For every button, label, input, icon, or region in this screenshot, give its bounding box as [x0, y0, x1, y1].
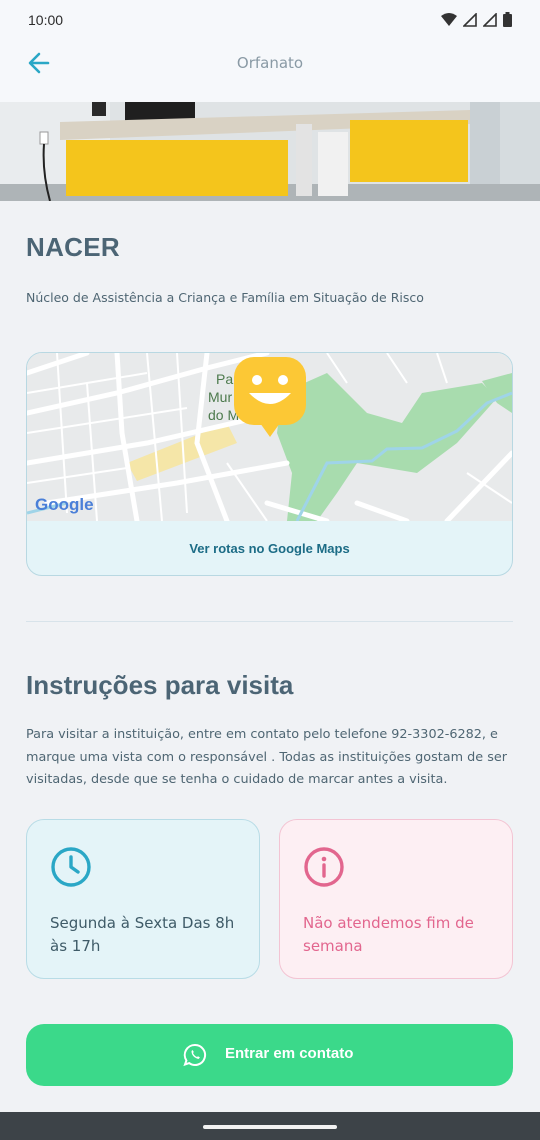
whatsapp-icon [183, 1043, 207, 1067]
contact-button-label: Entrar em contato [225, 1045, 354, 1062]
institution-photo [0, 102, 540, 201]
map-label: do M [208, 407, 239, 423]
map-view[interactable]: Pa Mur do M Google [27, 353, 512, 521]
info-icon [304, 847, 344, 887]
weekend-closed-card: Não atendemos fim de semana [279, 819, 513, 979]
weekend-closed-text: Não atendemos fim de semana [303, 914, 474, 955]
status-icons [441, 12, 512, 27]
visit-instructions: Para visitar a instituição, entre em con… [26, 727, 508, 787]
google-maps-link[interactable]: Ver rotas no Google Maps [27, 541, 512, 556]
institution-name: NACER [26, 232, 120, 262]
home-handle[interactable] [203, 1125, 337, 1129]
map-label: Mur [208, 389, 232, 405]
status-time: 10:00 [28, 12, 64, 28]
wifi-icon [441, 12, 457, 26]
map-label: Pa [216, 371, 233, 387]
signal-icon [483, 12, 497, 27]
clock-icon [51, 847, 91, 887]
status-bar: 10:00 [0, 0, 540, 40]
institution-full-name: Núcleo de Assistência a Criança e Famíli… [26, 290, 424, 305]
google-logo: Google [35, 495, 94, 514]
page-title: Orfanato [236, 54, 304, 72]
battery-icon [503, 12, 512, 27]
divider [26, 621, 513, 622]
signal-icon [463, 12, 477, 27]
contact-button[interactable]: Entrar em contato [26, 1024, 513, 1086]
opening-hours-card: Segunda à Sexta Das 8h às 17h [26, 819, 260, 979]
visit-section-title: Instruções para visita [26, 670, 294, 700]
opening-hours-text: Segunda à Sexta Das 8h às 17h [50, 914, 235, 955]
app-bar: Orfanato [0, 40, 540, 102]
system-nav-bar [0, 1112, 540, 1140]
map-card[interactable]: Pa Mur do M Google Ver rotas no Google M… [26, 352, 513, 576]
